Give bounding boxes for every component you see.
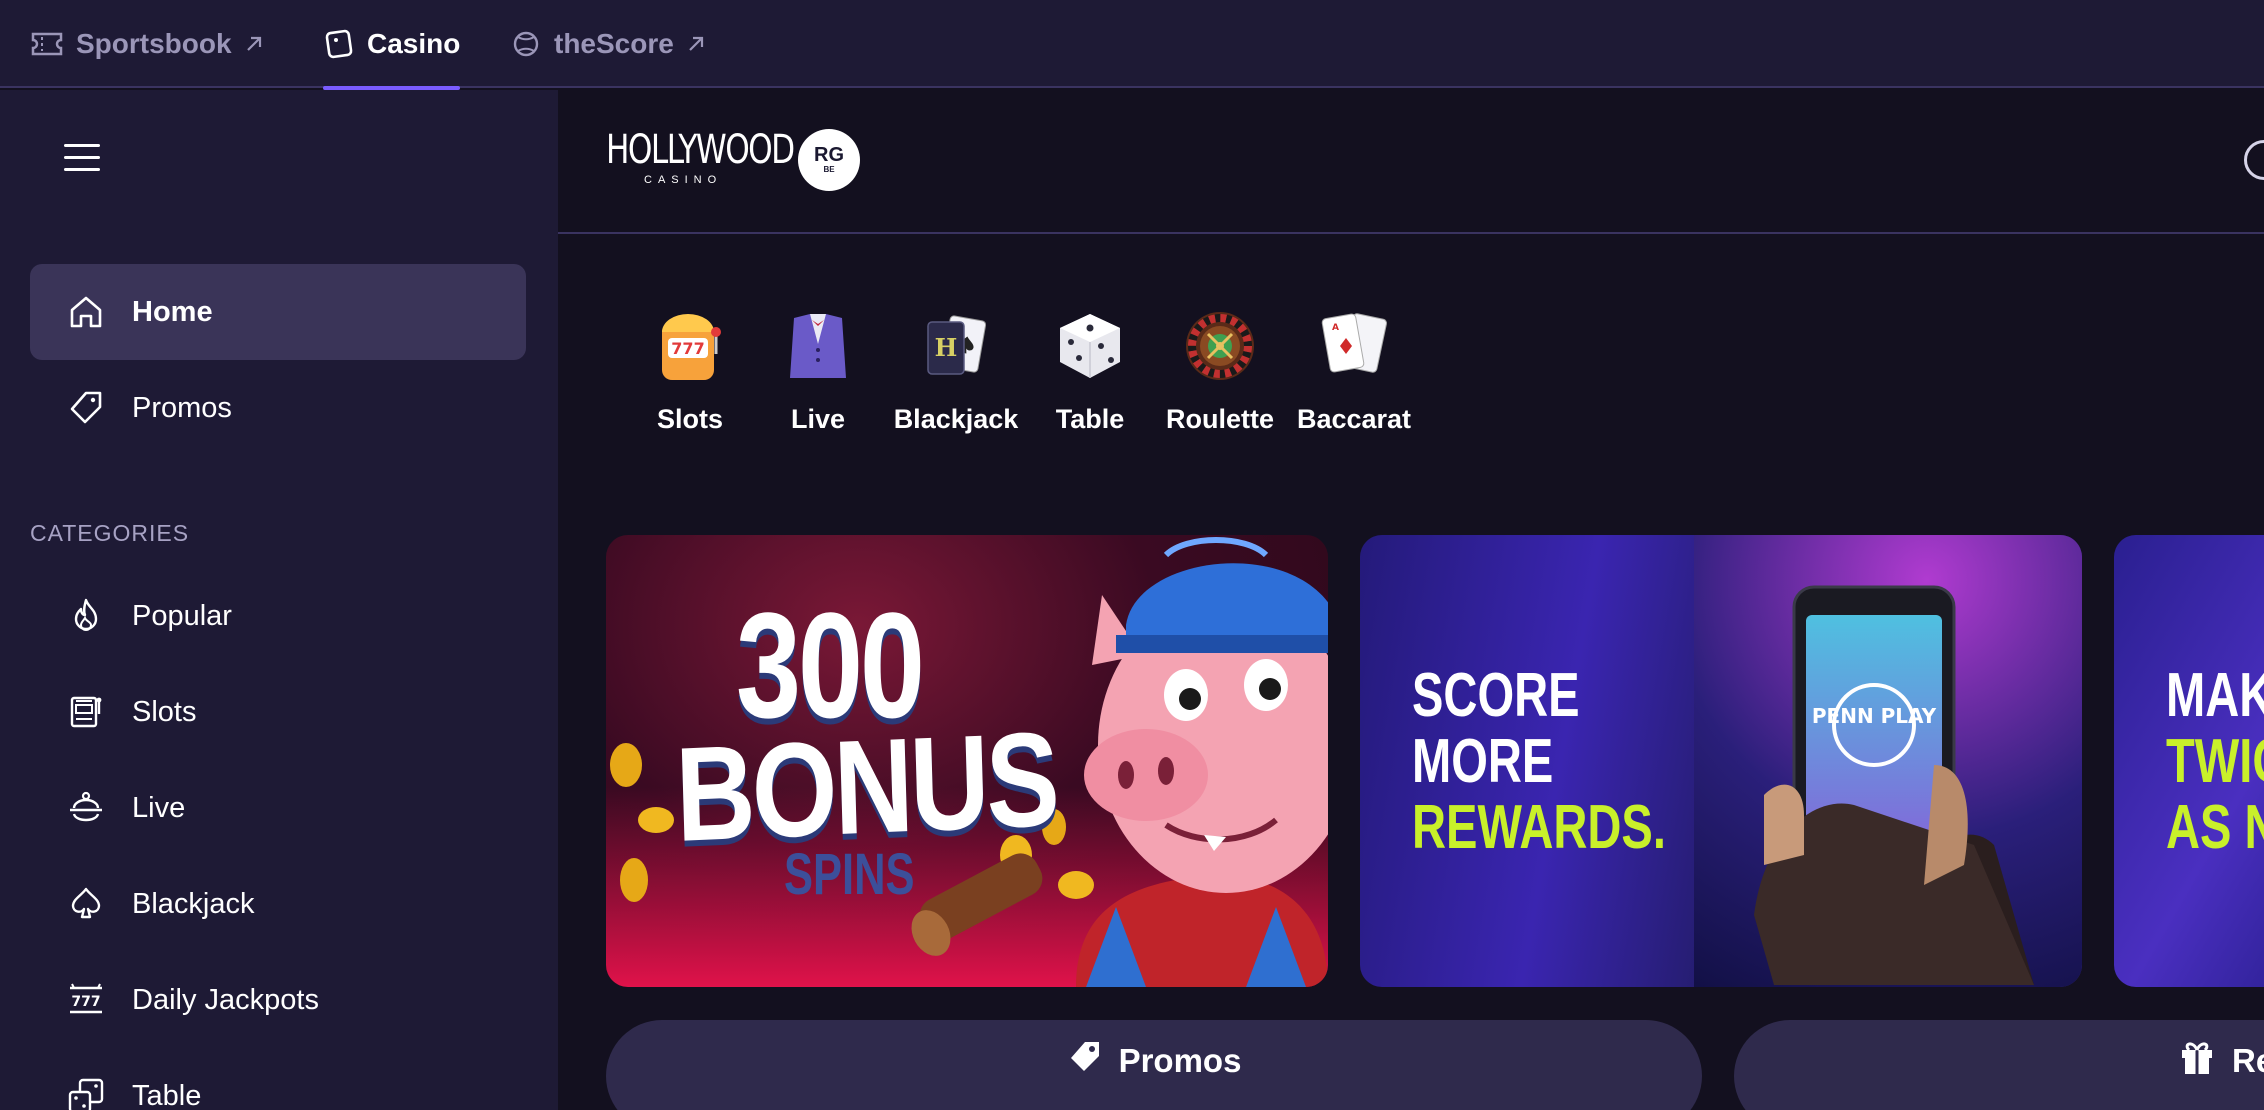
casino-card-icon: [323, 28, 355, 60]
categories-heading: CATEGORIES: [30, 520, 190, 546]
rewards-button[interactable]: Re: [1734, 1020, 2264, 1110]
roulette-wheel-icon: [1182, 308, 1258, 384]
gift-icon: [2178, 1038, 2216, 1084]
promos-button[interactable]: Promos: [606, 1020, 1702, 1110]
quick-category-baccarat[interactable]: A Baccarat: [1296, 308, 1412, 448]
sidebar-item-home[interactable]: Home: [30, 264, 526, 360]
sidebar-item-label: Popular: [132, 599, 232, 632]
external-link-icon: [686, 34, 706, 54]
quick-category-slots[interactable]: 777 Slots: [650, 308, 730, 448]
banner-line-2: MORE: [1412, 727, 1554, 796]
sidebar-item-blackjack[interactable]: Blackjack: [30, 856, 526, 952]
responsible-gaming-badge[interactable]: RG BE: [798, 129, 860, 191]
sidebar-item-table[interactable]: Table: [30, 1048, 526, 1110]
sidebar-item-label: Home: [132, 295, 213, 328]
quick-category-roulette[interactable]: Roulette: [1166, 308, 1274, 448]
quick-category-label: Roulette: [1166, 404, 1274, 434]
quick-category-label: Baccarat: [1296, 404, 1412, 434]
sidebar-item-promos[interactable]: Promos: [30, 360, 526, 456]
tab-sportsbook[interactable]: Sportsbook: [30, 0, 264, 88]
dice-icon: [64, 1074, 108, 1110]
flame-icon: [64, 594, 108, 638]
promos-button-label: Promos: [1118, 1042, 1242, 1079]
hollywood-casino-logo[interactable]: HOLLYWOOD CASINO: [606, 128, 795, 196]
slot-machine-icon: [64, 690, 108, 734]
sidebar-item-label: Blackjack: [132, 887, 255, 920]
banner-headline: SCORE MORE REWARDS.: [1412, 663, 1666, 861]
hamburger-menu-icon[interactable]: [64, 144, 100, 172]
sidebar-item-live[interactable]: Live: [30, 760, 526, 856]
ticket-icon: [30, 29, 64, 59]
sidebar-item-slots[interactable]: Slots: [30, 664, 526, 760]
banner-subheadline: SPINS: [784, 842, 915, 907]
score-ball-icon: [510, 28, 542, 60]
account-icon[interactable]: [2244, 140, 2264, 180]
dealer-icon: [64, 786, 108, 830]
tag-icon: [1067, 1039, 1103, 1083]
svg-text:777: 777: [71, 994, 100, 1010]
quick-category-blackjack[interactable]: H Blackjack: [888, 308, 1024, 448]
banner-line-2: TWIC: [2166, 727, 2264, 796]
tab-thescore[interactable]: theScore: [510, 0, 706, 88]
sidebar-item-label: Slots: [132, 695, 197, 728]
svg-text:H: H: [935, 333, 958, 362]
sidebar-item-label: Promos: [132, 391, 232, 424]
sidebar-item-daily-jackpots[interactable]: 777 Daily Jackpots: [30, 952, 526, 1048]
svg-text:A: A: [1332, 323, 1339, 333]
sidebar-item-label: Live: [132, 791, 186, 824]
rewards-button-label: Re: [2232, 1042, 2264, 1079]
banner-headline-word: BONUS: [673, 704, 1059, 870]
banner-line-1: MAKE: [2166, 661, 2264, 730]
tag-icon: [64, 386, 108, 430]
banner-headline: MAKE TWIC AS N: [2166, 663, 2264, 861]
jackpot-777-icon: 777: [64, 978, 108, 1022]
tab-casino[interactable]: Casino: [323, 0, 461, 90]
product-switcher-bar: Sportsbook Casino theScore: [0, 0, 2264, 90]
quick-category-label: Blackjack: [893, 404, 1019, 434]
phone-brand-text: PENN PLAY: [1812, 704, 1937, 728]
promo-banner-make-twice[interactable]: MAKE TWIC AS N: [2114, 535, 2264, 987]
phone-in-hand-illustration: PENN PLAY: [1754, 585, 2034, 985]
external-link-icon: [244, 34, 264, 54]
blackjack-cards-icon: H: [918, 308, 994, 384]
home-icon: [64, 290, 108, 334]
svg-text:777: 777: [671, 339, 704, 358]
sidebar: Home Promos CATEGORIES Popular Slots Liv…: [0, 90, 558, 1110]
quick-category-live[interactable]: Live: [778, 308, 858, 448]
banner-line-3: REWARDS.: [1412, 793, 1666, 862]
quick-category-label: Table: [1055, 404, 1125, 434]
quick-category-table[interactable]: Table: [1050, 308, 1130, 448]
sidebar-item-label: Table: [132, 1079, 202, 1110]
spade-icon: [64, 882, 108, 926]
quick-category-label: Live: [790, 404, 846, 434]
banner-line-3: AS N: [2166, 793, 2264, 862]
sidebar-item-label: Daily Jackpots: [132, 983, 319, 1016]
tab-thescore-label: theScore: [554, 28, 674, 59]
sidebar-item-popular[interactable]: Popular: [30, 568, 526, 664]
banner-line-1: SCORE: [1412, 661, 1580, 730]
promo-banner-bonus-spins[interactable]: 300 BONUS SPINS: [606, 535, 1328, 987]
promo-banner-penn-play[interactable]: PENN PLAY SCORE MORE REWARDS.: [1360, 535, 2082, 987]
quick-category-label: Slots: [656, 404, 723, 434]
dealer-vest-icon: [780, 308, 856, 384]
dice-icon: [1052, 308, 1128, 384]
tab-sportsbook-label: Sportsbook: [76, 28, 232, 59]
tab-casino-label: Casino: [367, 28, 461, 59]
slot-machine-icon: 777: [652, 308, 728, 384]
playing-cards-icon: A: [1316, 308, 1392, 384]
main-header: HOLLYWOOD CASINO RG BE: [558, 90, 2264, 234]
